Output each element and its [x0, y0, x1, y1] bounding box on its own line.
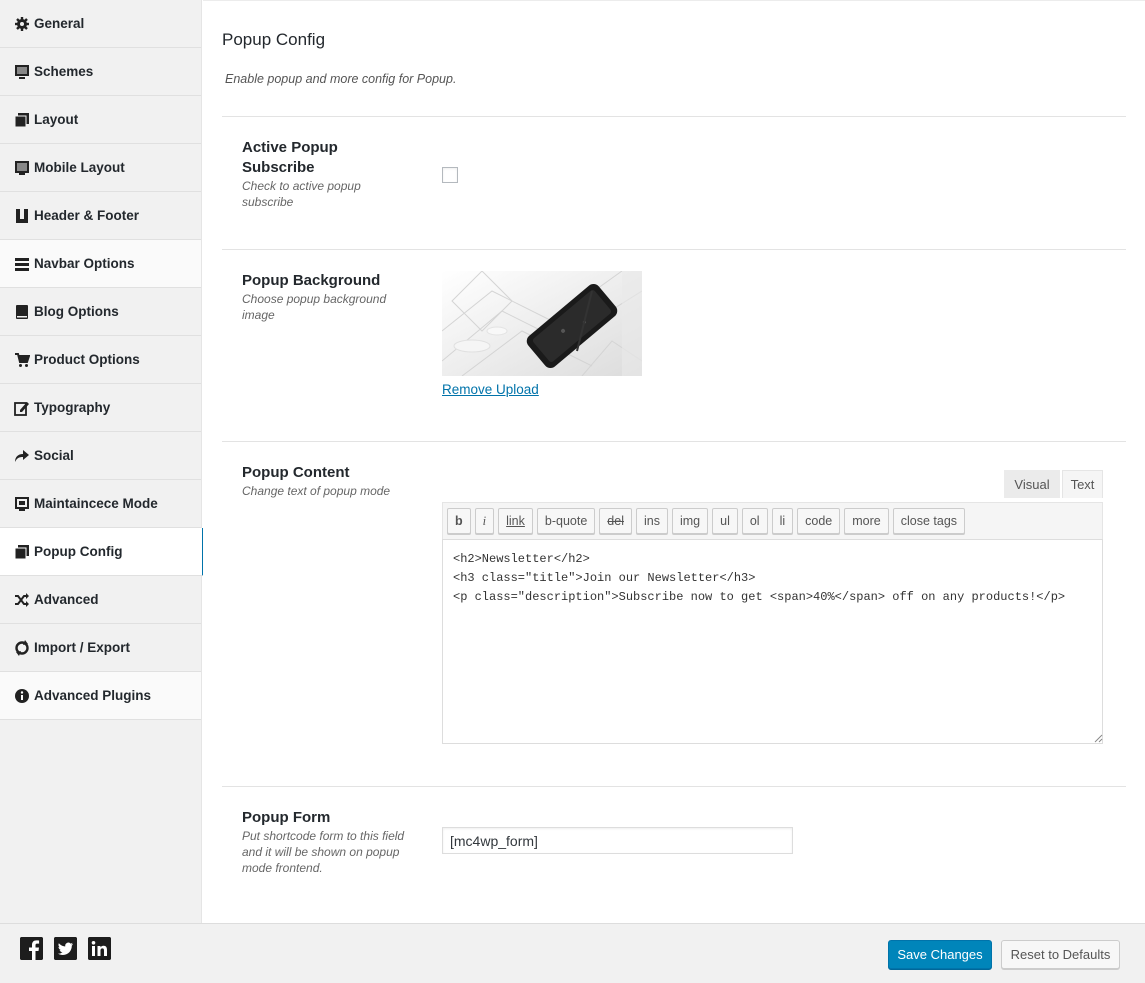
divider: [222, 249, 1126, 250]
section-title: Popup Config: [222, 30, 326, 49]
field-title: Active Popup Subscribe: [242, 139, 338, 176]
field-subtitle: Choose popup background image: [242, 292, 387, 322]
popup-form-label: Popup Form Put shortcode form to this fi…: [242, 808, 412, 876]
sidebar-item-label: Typography: [34, 400, 111, 415]
bars-icon: [14, 256, 30, 272]
sidebar-item-general[interactable]: General: [0, 0, 201, 48]
info-icon: [14, 688, 30, 704]
options-sidebar: General Schemes Layout Mobile Layout Hea…: [0, 0, 204, 923]
sidebar-item-social[interactable]: Social: [0, 432, 201, 480]
share-icon: [14, 448, 30, 464]
sidebar-item-label: Import / Export: [34, 640, 131, 655]
sidebar-item-typography[interactable]: Typography: [0, 384, 201, 432]
qt-bold-button[interactable]: b: [447, 508, 471, 534]
qt-del-button[interactable]: del: [599, 508, 632, 534]
field-title: Popup Background: [242, 272, 381, 289]
qt-code-button[interactable]: code: [797, 508, 841, 534]
header-footer-icon: [14, 208, 30, 224]
field-subtitle: Check to active popup subscribe: [242, 179, 361, 209]
qt-blockquote-button[interactable]: b-quote: [536, 508, 596, 534]
sidebar-item-maintenance-mode[interactable]: Maintaincece Mode: [0, 480, 201, 528]
sidebar-item-advanced-plugins[interactable]: Advanced Plugins: [0, 672, 201, 720]
sidebar-item-label: Social: [34, 448, 74, 463]
quicktags-toolbar: b i link b-quote del ins img ul ol li co…: [442, 502, 1103, 540]
resize-grip-icon[interactable]: [1094, 734, 1103, 743]
sidebar-item-schemes[interactable]: Schemes: [0, 48, 201, 96]
sidebar-item-product-options[interactable]: Product Options: [0, 336, 201, 384]
sidebar-item-advanced[interactable]: Advanced: [0, 576, 201, 624]
qt-ol-button[interactable]: ol: [741, 508, 768, 534]
popup-content-label: Popup Content Change text of popup mode: [242, 463, 412, 499]
cart-icon: [14, 352, 30, 368]
edit-icon: [14, 400, 30, 416]
facebook-icon[interactable]: [20, 937, 43, 960]
sidebar-item-label: Mobile Layout: [34, 160, 125, 175]
sidebar-item-import-export[interactable]: Import / Export: [0, 624, 201, 672]
popup-form-shortcode-input[interactable]: [mc4wp_form]: [442, 827, 793, 854]
gear-icon: [14, 16, 30, 32]
reset-to-defaults-button[interactable]: Reset to Defaults: [1001, 940, 1120, 969]
qt-img-button[interactable]: img: [671, 508, 709, 534]
sidebar-item-blog-options[interactable]: Blog Options: [0, 288, 201, 336]
options-footer: Save Changes Reset to Defaults: [0, 923, 1145, 983]
active-popup-checkbox[interactable]: [442, 167, 458, 183]
sidebar-item-label: Popup Config: [34, 544, 123, 559]
popup-background-label: Popup Background Choose popup background…: [242, 271, 412, 323]
divider: [222, 116, 1126, 117]
refresh-icon: [14, 639, 30, 656]
sidebar-item-popup-config[interactable]: Popup Config: [0, 528, 204, 576]
sidebar-item-mobile-layout[interactable]: Mobile Layout: [0, 144, 201, 192]
tab-text[interactable]: Text: [1062, 470, 1103, 498]
active-popup-label: Active Popup Subscribe Check to active p…: [242, 138, 412, 210]
qt-link-button[interactable]: link: [498, 508, 533, 534]
field-title: Popup Content: [242, 464, 350, 481]
popup-content-textarea[interactable]: <h2>Newsletter</h2> <h3 class="title">Jo…: [442, 539, 1103, 744]
field-subtitle: Change text of popup mode: [242, 484, 391, 498]
copy-icon: [14, 544, 30, 560]
monitor-icon: [14, 64, 30, 80]
sidebar-item-navbar-options[interactable]: Navbar Options: [0, 240, 201, 288]
copy-icon: [14, 112, 30, 128]
save-changes-button[interactable]: Save Changes: [888, 940, 992, 969]
qt-li-button[interactable]: li: [771, 508, 794, 534]
divider: [222, 786, 1126, 787]
sidebar-item-header-footer[interactable]: Header & Footer: [0, 192, 201, 240]
twitter-icon[interactable]: [54, 937, 77, 960]
tablet-icon: [14, 160, 30, 176]
sidebar-item-label: Blog Options: [34, 304, 119, 319]
popup-background-preview: [442, 271, 642, 376]
sidebar-item-label: Header & Footer: [34, 208, 140, 223]
section-description: Enable popup and more config for Popup.: [225, 72, 457, 86]
sidebar-item-label: Product Options: [34, 352, 140, 367]
sidebar-item-label: Advanced Plugins: [34, 688, 152, 703]
sidebar-item-label: Maintaincece Mode: [34, 496, 158, 511]
tab-visual[interactable]: Visual: [1004, 470, 1060, 498]
field-title: Popup Form: [242, 809, 331, 826]
remove-upload-link[interactable]: Remove Upload: [442, 382, 539, 397]
field-subtitle: Put shortcode form to this field and it …: [242, 829, 405, 875]
shuffle-icon: [14, 592, 30, 608]
linkedin-icon[interactable]: [88, 937, 111, 960]
sidebar-item-label: Schemes: [34, 64, 94, 79]
sidebar-item-label: Advanced: [34, 592, 99, 607]
divider: [222, 441, 1126, 442]
maintenance-icon: [14, 496, 30, 512]
sidebar-item-layout[interactable]: Layout: [0, 96, 201, 144]
qt-more-button[interactable]: more: [844, 508, 889, 534]
qt-ul-button[interactable]: ul: [712, 508, 738, 534]
options-main-panel: Popup Config Enable popup and more confi…: [203, 0, 1145, 923]
sidebar-item-label: General: [34, 16, 85, 31]
sidebar-item-label: Navbar Options: [34, 256, 135, 271]
sidebar-item-label: Layout: [34, 112, 79, 127]
qt-close-tags-button[interactable]: close tags: [892, 508, 966, 534]
book-icon: [14, 304, 30, 320]
qt-ins-button[interactable]: ins: [635, 508, 668, 534]
qt-italic-button[interactable]: i: [474, 508, 495, 534]
